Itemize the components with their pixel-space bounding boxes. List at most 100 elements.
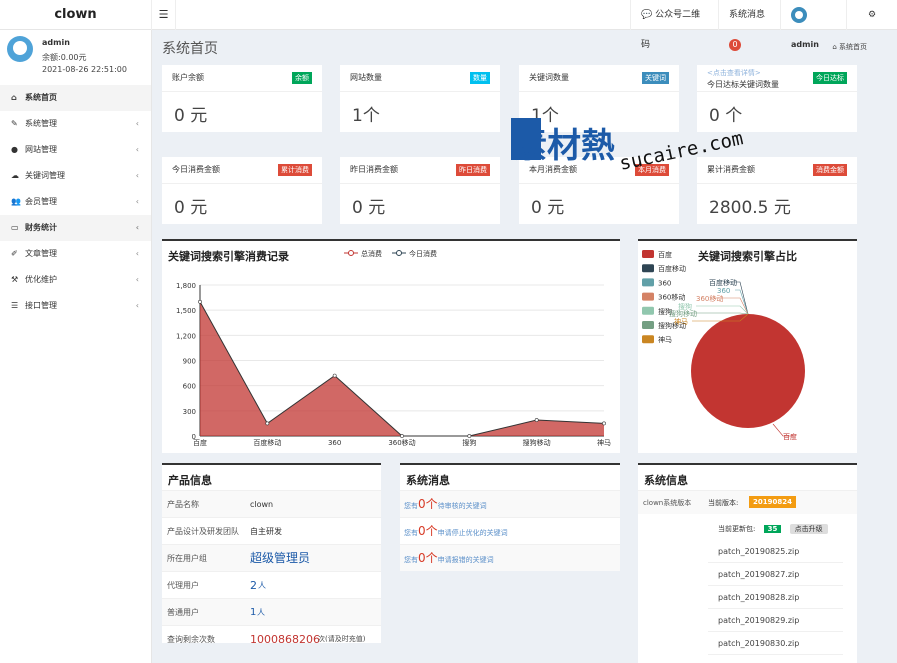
breadcrumb-label: 系统首页	[839, 43, 867, 51]
messages-label: 系统消息	[729, 10, 766, 20]
card-title: 网站数量	[350, 73, 382, 82]
sidebar-item-2[interactable]: ● 网站管理 ‹	[0, 137, 151, 163]
sidebar-item-0[interactable]: ⌂ 系统首页	[0, 85, 151, 111]
stat-card: 累计消费金额 消费金额 2800.5 元	[697, 157, 857, 224]
legend-swatch	[642, 335, 654, 344]
pie-slice-baidu[interactable]	[691, 314, 805, 428]
pie-legend-item[interactable]: 搜狗	[642, 306, 672, 316]
sidebar-item-6[interactable]: ✐ 文章管理 ‹	[0, 241, 151, 267]
current-version-label: 当前版本:	[708, 499, 739, 507]
stat-card: 今日消费金额 累计消费 0 元	[162, 157, 322, 224]
card-value: 0 元	[174, 198, 208, 218]
product-unit: 人	[257, 608, 265, 617]
data-point[interactable]	[602, 421, 606, 426]
sidebar-item-label: 接口管理	[25, 301, 57, 310]
sidebar-item-4[interactable]: 👥 会员管理 ‹	[0, 189, 151, 215]
legend-swatch	[642, 306, 654, 315]
card-title: 累计消费金额	[707, 165, 755, 174]
message-count: 0个	[418, 497, 438, 511]
sidebar-item-7[interactable]: ⚒ 优化维护 ‹	[0, 267, 151, 293]
product-key: 普通用户	[167, 608, 199, 617]
data-point[interactable]	[198, 299, 202, 304]
card-title: 昨日消费金额	[350, 165, 398, 174]
sidebar-item-3[interactable]: ☁ 关键词管理 ‹	[0, 163, 151, 189]
y-tick-label: 1,800	[176, 282, 196, 290]
breadcrumb[interactable]: ⌂ 系统首页	[832, 42, 867, 52]
card-value: 0 元	[352, 198, 386, 218]
data-point[interactable]	[332, 373, 337, 378]
sidebar-balance: 余额:0.00元	[42, 53, 87, 62]
legend-swatch	[642, 292, 654, 301]
chevron-left-icon: ‹	[135, 275, 139, 284]
app-logo[interactable]: clown	[0, 0, 152, 30]
qrcode-button[interactable]: 💬 公众号二维码	[630, 0, 718, 50]
sidebar-item-label: 会员管理	[25, 197, 57, 206]
stat-card: 本月消费金额 本月消费 0 元	[519, 157, 679, 224]
x-tick-label: 百度移动	[253, 438, 281, 447]
message-text: 申请报错的关键词	[437, 556, 494, 564]
chevron-left-icon: ‹	[135, 145, 139, 154]
message-text: 待审核的关键词	[437, 502, 487, 510]
legend-label: 360移动	[658, 293, 685, 302]
x-tick-label: 神马	[597, 438, 611, 447]
main-content: 系统首页 ⌂ 系统首页 账户余额 余额 0 元 网站数量 数量 1个 关键词数量 关键词 1个 <…	[152, 30, 897, 663]
sysinfo-title: 系统信息	[644, 474, 688, 487]
cloud-icon: ☁	[11, 171, 19, 180]
chevron-left-icon: ‹	[135, 171, 139, 180]
pie-legend-item[interactable]: 360移动	[642, 292, 685, 302]
pie-legend-item[interactable]: 360	[642, 278, 671, 287]
legend-swatch	[642, 264, 654, 273]
sidebar-item-label: 财务统计	[25, 223, 57, 232]
pie-legend-item[interactable]: 百度移动	[642, 264, 686, 273]
consumption-chart: 总消费 今日消费1,8001,5001,2009006003000百度 百度移动 36…	[176, 249, 611, 447]
product-row: 产品名称 clown	[162, 490, 381, 517]
product-key: 代理用户	[167, 581, 199, 590]
card-title: 本月消费金额	[529, 165, 577, 174]
sidebar: admin 余额:0.00元 2021-08-26 22:51:00 ⌂ 系统首页…	[0, 30, 152, 663]
data-point[interactable]	[400, 434, 404, 438]
product-row: 所在用户组 超级管理员	[162, 544, 381, 571]
chart-legend[interactable]: 总消费 今日消费	[344, 249, 437, 258]
message-item[interactable]: 您有0个申请停止优化的关键词	[400, 517, 620, 544]
sidebar-username: admin	[42, 38, 70, 47]
product-value: clown	[250, 500, 274, 509]
card-detail-link[interactable]: <点击查看详情>	[707, 68, 761, 78]
legend-label: 百度移动	[658, 264, 686, 273]
user-menu[interactable]: admin	[780, 0, 846, 49]
gears-icon[interactable]: ⚙	[846, 0, 897, 30]
sidebar-menu: ⌂ 系统首页 ✎ 系统管理 ‹ ● 网站管理 ‹ ☁ 关键词管理 ‹ 👥 会员管理 ‹ ▭ 财务统计 ‹ ✐ 文章管…	[0, 85, 151, 319]
messages-button[interactable]: 系统消息 0	[718, 0, 780, 51]
card-title: 今日消费金额	[172, 165, 220, 174]
sidebar-item-5[interactable]: ▭ 财务统计 ‹	[0, 215, 151, 241]
x-tick-label: 搜狗	[462, 438, 476, 447]
card-title: 今日达标关键词数量	[707, 80, 779, 89]
product-key: 产品名称	[167, 500, 199, 509]
pie-legend-item[interactable]: 神马	[642, 335, 672, 344]
message-prefix: 您有	[404, 502, 418, 510]
upgrade-button[interactable]: 点击升级	[789, 524, 828, 534]
y-tick-label: 1,200	[176, 332, 196, 340]
sidebar-item-1[interactable]: ✎ 系统管理 ‹	[0, 111, 151, 137]
data-point[interactable]	[265, 421, 270, 426]
card-tag: 昨日消费	[456, 164, 490, 176]
legend-label: 神马	[658, 335, 672, 344]
pie-legend-item[interactable]: 百度	[642, 250, 672, 259]
message-prefix: 您有	[404, 529, 418, 537]
data-point[interactable]	[467, 434, 472, 438]
pie-label: 360移动	[696, 294, 723, 303]
x-tick-label: 搜狗移动	[523, 438, 551, 447]
data-point[interactable]	[534, 418, 539, 422]
legend-marker	[348, 250, 354, 256]
current-version-badge: 20190824	[749, 496, 796, 508]
message-item[interactable]: 您有0个待审核的关键词	[400, 490, 620, 517]
product-value: 1	[250, 607, 257, 618]
hamburger-icon[interactable]: ☰	[152, 0, 176, 30]
x-tick-label: 360移动	[388, 438, 415, 447]
pie-label: 百度	[783, 432, 797, 441]
card-tag: 数量	[470, 72, 490, 84]
message-item[interactable]: 您有0个申请报错的关键词	[400, 544, 620, 571]
user-panel: admin 余额:0.00元 2021-08-26 22:51:00	[0, 30, 151, 85]
product-value: 自主研发	[250, 527, 282, 536]
sidebar-item-8[interactable]: ☰ 接口管理 ‹	[0, 293, 151, 319]
product-unit: 次(请及时充值)	[318, 635, 366, 643]
